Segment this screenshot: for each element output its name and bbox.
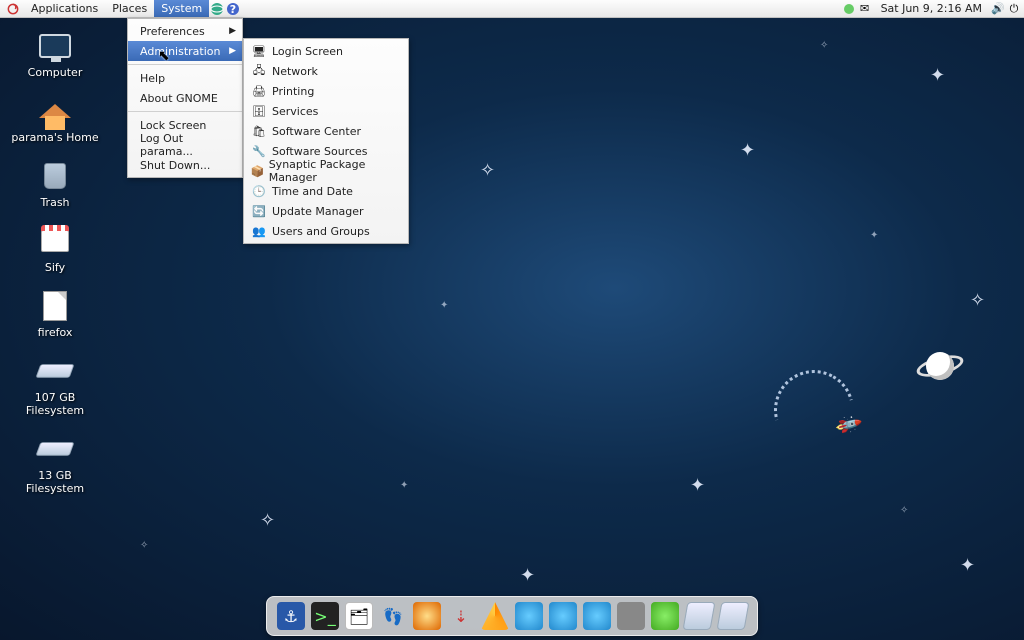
software-center-icon: 🛍	[250, 123, 268, 139]
menu-applications[interactable]: Applications	[24, 0, 105, 17]
desktop-icon-label: Computer	[28, 66, 83, 79]
desktop-icon-sify[interactable]: Sify	[10, 223, 100, 274]
desktop-icon-label: Trash	[40, 196, 69, 209]
desktop-icon-label: parama's Home	[11, 131, 98, 144]
menu-item-label: Update Manager	[272, 205, 364, 218]
desktop-icons: Computer parama's Home Trash Sify firefox 107…	[10, 28, 100, 495]
dock-openoffice-calc-icon[interactable]	[549, 602, 577, 630]
administration-submenu: 🖥 Login Screen 🖧 Network 🖨 Printing 🗄 Services 🛍…	[243, 38, 409, 244]
desktop-icon-107-gb-filesystem[interactable]: 107 GB Filesystem	[10, 353, 100, 417]
login-screen-icon: 🖥	[250, 43, 268, 59]
desktop-icon-label: firefox	[38, 326, 73, 339]
dock-terminal-icon[interactable]: >_	[311, 602, 339, 630]
menu-preferences[interactable]: Preferences▶	[128, 21, 242, 41]
users-and-groups-icon: 👥	[250, 223, 268, 239]
dock-transmission-icon[interactable]: ⇣	[447, 602, 475, 630]
menu-item-label: Software Sources	[272, 145, 368, 158]
dock-drive-1-icon[interactable]	[651, 602, 679, 630]
menu-system[interactable]: System	[154, 0, 209, 17]
dock-firefox-icon[interactable]	[413, 602, 441, 630]
admin-item-time-and-date[interactable]: 🕒 Time and Date	[244, 181, 408, 201]
dock-drive-3-icon[interactable]	[717, 602, 750, 630]
tray-power-icon[interactable]: ⏻	[1007, 2, 1021, 16]
web-icon[interactable]	[210, 2, 224, 16]
drive-icon	[35, 353, 75, 389]
admin-item-network[interactable]: 🖧 Network	[244, 61, 408, 81]
desktop-icon-parama-s-home[interactable]: parama's Home	[10, 93, 100, 144]
menu-item-label: Services	[272, 105, 318, 118]
drive-icon	[35, 431, 75, 467]
menu-log-out[interactable]: Log Out parama...	[128, 135, 242, 155]
top-panel: Applications Places System ? ✉ Sat Jun 9…	[0, 0, 1024, 18]
dock-files-icon[interactable]: 🗂	[345, 602, 373, 630]
admin-item-synaptic-package-manager[interactable]: 📦Synaptic Package Manager	[244, 161, 408, 181]
dock-pidgin-icon[interactable]: 👣	[379, 602, 407, 630]
menu-administration[interactable]: Administration▶	[128, 41, 242, 61]
shop-icon	[35, 223, 75, 259]
admin-item-login-screen[interactable]: 🖥 Login Screen	[244, 41, 408, 61]
trash-icon	[35, 158, 75, 194]
desktop-icon-label: 13 GB Filesystem	[10, 469, 100, 495]
menu-item-label: Time and Date	[272, 185, 353, 198]
system-menu-dropdown: Preferences▶ Administration▶ Help About …	[127, 18, 243, 178]
dock-openoffice-writer-icon[interactable]	[515, 602, 543, 630]
admin-item-software-center[interactable]: 🛍 Software Center	[244, 121, 408, 141]
tray-presence-icon[interactable]	[842, 2, 856, 16]
house-icon	[35, 93, 75, 129]
help-icon[interactable]: ?	[226, 2, 240, 16]
time-and-date-icon: 🕒	[250, 183, 268, 199]
admin-item-update-manager[interactable]: 🔄 Update Manager	[244, 201, 408, 221]
network-icon: 🖧	[250, 63, 268, 79]
menu-separator	[128, 111, 242, 112]
menu-about-gnome[interactable]: About GNOME	[128, 88, 242, 108]
synaptic-package-manager-icon: 📦	[250, 163, 265, 179]
submenu-arrow-icon: ▶	[229, 46, 236, 56]
desktop-icon-13-gb-filesystem[interactable]: 13 GB Filesystem	[10, 431, 100, 495]
dock-drive-2-icon[interactable]	[683, 602, 716, 630]
svg-text:?: ?	[230, 3, 236, 16]
menu-item-label: Network	[272, 65, 318, 78]
debian-logo-icon	[6, 2, 20, 16]
desktop-icon-label: 107 GB Filesystem	[10, 391, 100, 417]
dock-vlc-icon[interactable]	[481, 602, 509, 630]
menu-places[interactable]: Places	[105, 0, 154, 17]
dock-openoffice-impress-icon[interactable]	[583, 602, 611, 630]
dock-trash-icon[interactable]	[617, 602, 645, 630]
menu-item-label: Users and Groups	[272, 225, 370, 238]
dock: ⚓ >_ 🗂 👣 ⇣	[266, 596, 758, 636]
update-manager-icon: 🔄	[250, 203, 268, 219]
doc-icon	[35, 288, 75, 324]
dock-anchor-icon[interactable]: ⚓	[277, 602, 305, 630]
menu-shut-down[interactable]: Shut Down...	[128, 155, 242, 175]
submenu-arrow-icon: ▶	[229, 26, 236, 36]
clock[interactable]: Sat Jun 9, 2:16 AM	[873, 2, 990, 15]
desktop-icon-computer[interactable]: Computer	[10, 28, 100, 79]
admin-item-users-and-groups[interactable]: 👥 Users and Groups	[244, 221, 408, 241]
menu-item-label: Printing	[272, 85, 314, 98]
tray-mail-icon[interactable]: ✉	[858, 2, 872, 16]
admin-item-printing[interactable]: 🖨 Printing	[244, 81, 408, 101]
desktop-icon-trash[interactable]: Trash	[10, 158, 100, 209]
software-sources-icon: 🔧	[250, 143, 268, 159]
monitor-icon	[35, 28, 75, 64]
services-icon: 🗄	[250, 103, 268, 119]
printing-icon: 🖨	[250, 83, 268, 99]
desktop-icon-label: Sify	[45, 261, 65, 274]
desktop-icon-firefox[interactable]: firefox	[10, 288, 100, 339]
menu-help[interactable]: Help	[128, 68, 242, 88]
admin-item-services[interactable]: 🗄 Services	[244, 101, 408, 121]
menu-item-label: Software Center	[272, 125, 361, 138]
menu-separator	[128, 64, 242, 65]
menu-item-label: Login Screen	[272, 45, 343, 58]
tray-volume-icon[interactable]: 🔊	[991, 2, 1005, 16]
